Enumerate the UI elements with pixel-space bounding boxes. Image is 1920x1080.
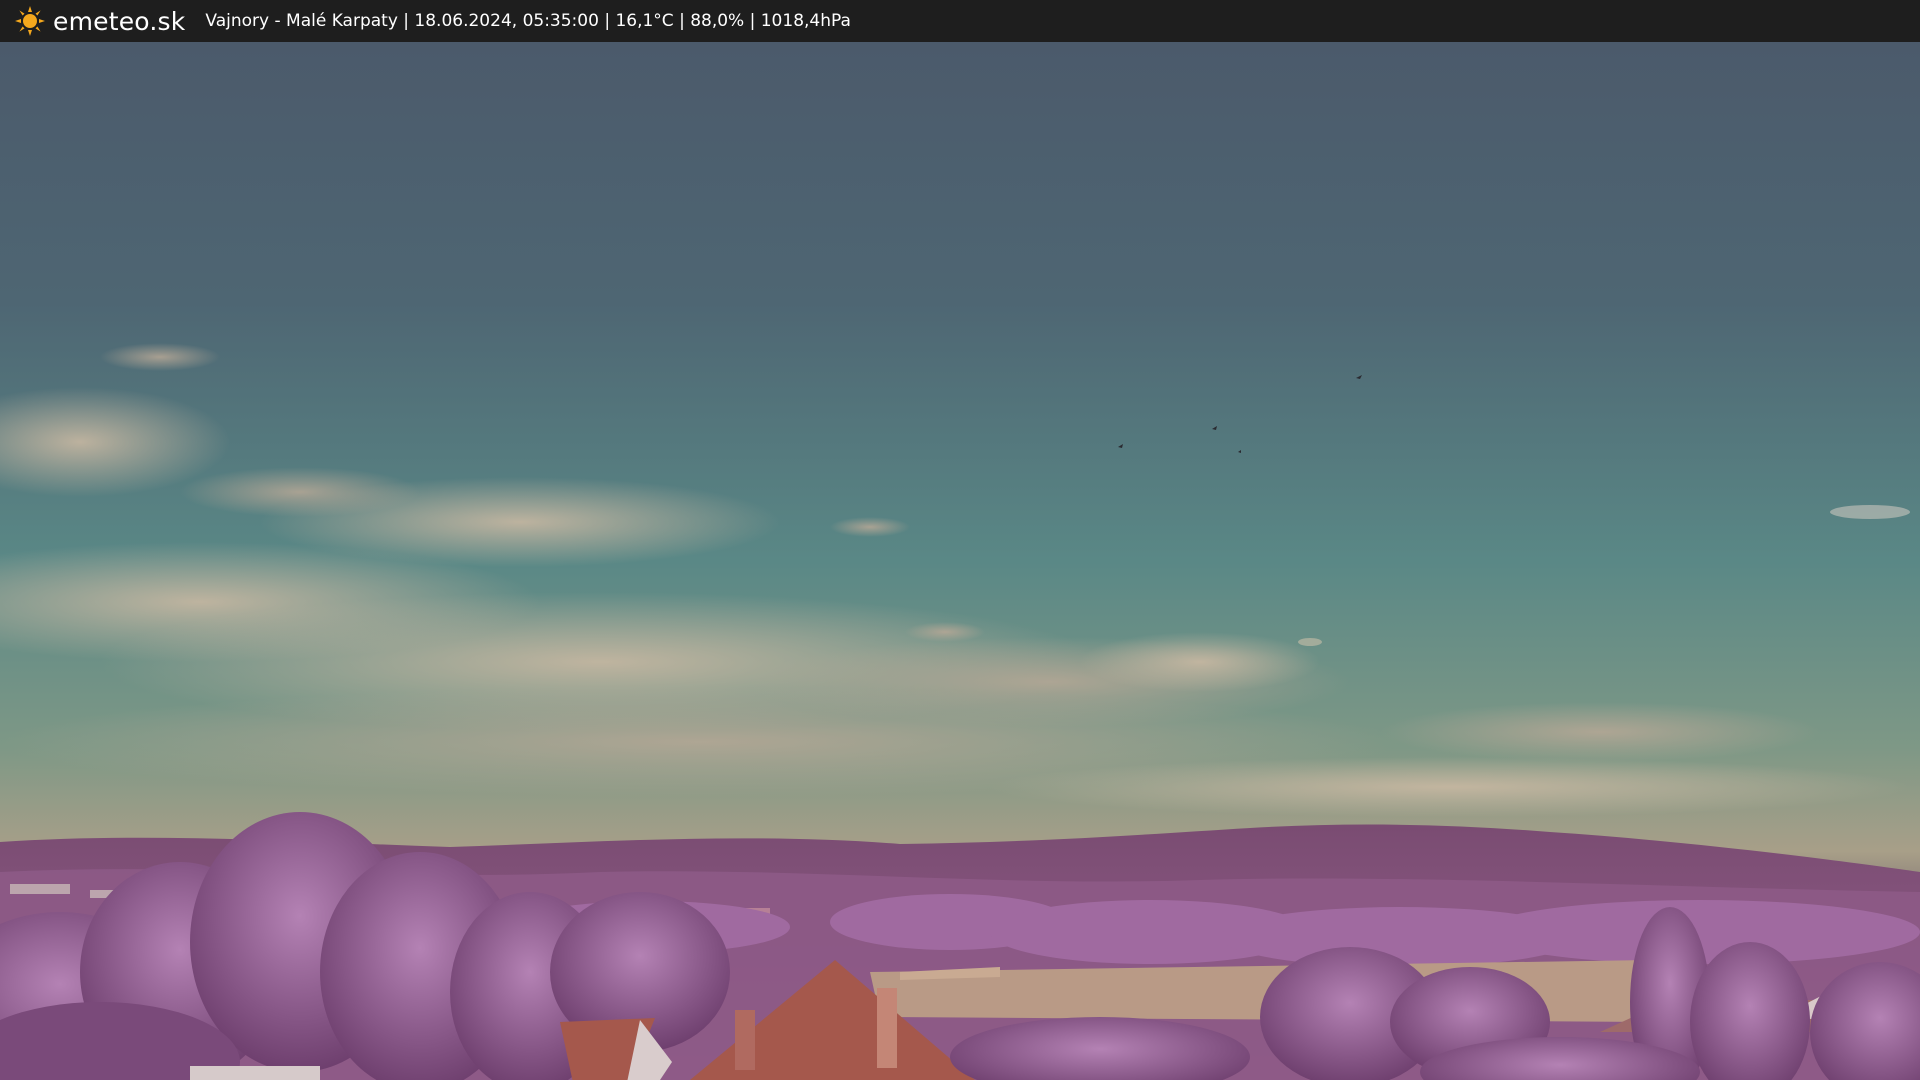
sun-icon [14,5,46,37]
station-caption: Vajnory - Malé Karpaty | 18.06.2024, 05:… [205,11,851,31]
top-bar: emeteo.sk Vajnory - Malé Karpaty | 18.06… [0,0,1920,42]
webcam-image [0,42,1920,1080]
webcam-scene [0,42,1920,1080]
brand-name: emeteo.sk [53,6,186,36]
logo[interactable]: emeteo.sk [14,0,185,42]
